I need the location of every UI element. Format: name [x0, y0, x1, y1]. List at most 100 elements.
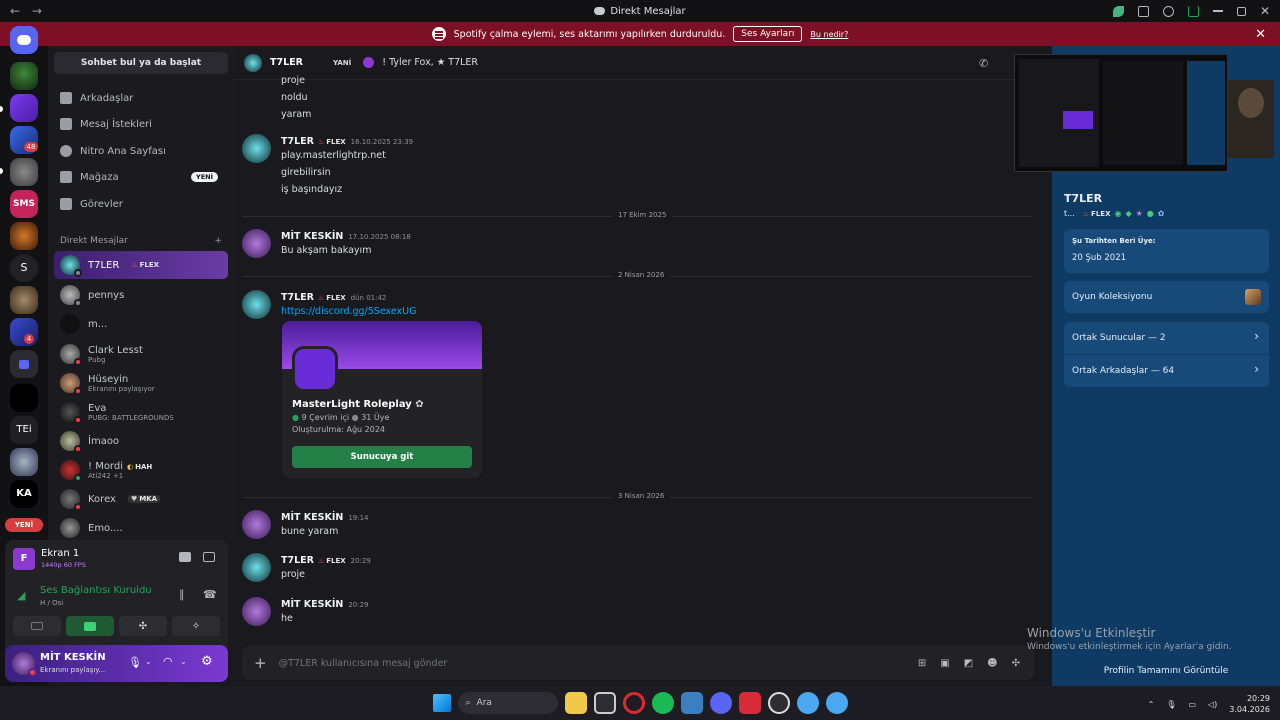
dm-item-eva[interactable]: Eva PUBG: BATTLEGROUNDS [54, 398, 228, 426]
new-servers-pill[interactable]: YENİ [5, 518, 43, 532]
spotify-taskbar-icon[interactable] [651, 692, 674, 714]
badge-icon[interactable]: ◉ [1114, 209, 1121, 218]
dm-item-emo[interactable]: Emo.... [54, 514, 228, 542]
server-tei[interactable]: TEi [10, 416, 38, 444]
server-black[interactable] [10, 384, 38, 412]
gift-icon[interactable]: ⊞ [918, 658, 926, 669]
server-grey[interactable] [10, 158, 38, 186]
what-is-this-link[interactable]: Bu nedir? [810, 30, 848, 39]
server-palm[interactable] [10, 62, 38, 90]
message-author[interactable]: T7LER [281, 136, 314, 147]
dm-item-mordi[interactable]: ! Mordi ◐ HAH Ati242 +1 [54, 456, 228, 484]
dm-item-huseyin[interactable]: Hüseyin Ekranını paylaşıyor [54, 369, 228, 397]
file-explorer-icon[interactable] [564, 692, 587, 714]
server-sms[interactable]: SMS [10, 190, 38, 218]
maximize-icon[interactable] [1236, 6, 1246, 16]
network-icon[interactable]: ▭ [1188, 700, 1196, 709]
join-server-button[interactable]: Sunucuya git [292, 446, 472, 468]
server-ka[interactable]: KA [10, 480, 38, 508]
emoji-icon[interactable]: ☻ [987, 658, 997, 669]
nav-message-requests[interactable]: Mesaj İstekleri [54, 112, 228, 136]
badge-icon[interactable]: ● [1147, 209, 1154, 218]
dm-item-clark[interactable]: Clark Lesst Pubg [54, 340, 228, 368]
sound-settings-button[interactable]: Ses Ayarları [733, 26, 803, 42]
profile-name[interactable]: T7LER [1064, 192, 1102, 205]
close-window-icon[interactable]: ✕ [1260, 4, 1270, 18]
dm-item-t7ler[interactable]: T7LER ♨ FLEX [54, 251, 228, 279]
home-dm-button[interactable] [10, 26, 38, 54]
folder-button[interactable] [10, 350, 38, 378]
start-icon[interactable] [432, 694, 451, 712]
download-icon[interactable] [1187, 5, 1199, 17]
user-avatar[interactable] [12, 652, 37, 677]
dm-item-imaoo[interactable]: İmaoo [54, 427, 228, 455]
message-avatar[interactable] [242, 134, 271, 163]
snipping-icon[interactable] [593, 692, 616, 714]
taskbar-search[interactable]: ⌕ Ara [457, 692, 558, 714]
server-photo[interactable] [10, 286, 38, 314]
app-red-icon[interactable] [738, 692, 761, 714]
activities-button[interactable]: ✣ [119, 616, 167, 636]
discord-taskbar-icon[interactable] [709, 692, 732, 714]
screen-share-button[interactable] [66, 616, 114, 636]
gif-icon[interactable]: ▣ [940, 658, 949, 669]
username[interactable]: MİT KESKİN [40, 652, 106, 663]
find-conversation-search[interactable]: Sohbet bul ya da başlat [54, 52, 228, 74]
soundboard-button[interactable]: ✧ [172, 616, 220, 636]
sticker-icon[interactable]: ◩ [964, 658, 973, 669]
screen-share-preview[interactable] [1014, 54, 1228, 172]
add-attachment-icon[interactable]: + [254, 654, 267, 672]
message-author[interactable]: MİT KESKİN [281, 231, 343, 242]
message-input[interactable]: @T7LER kullanıcısına mesaj gönder [279, 658, 448, 669]
opera-icon[interactable] [622, 692, 645, 714]
message-avatar[interactable] [242, 597, 271, 626]
banner-close-icon[interactable]: ✕ [1255, 27, 1266, 42]
dm-item-m[interactable]: m... [54, 310, 228, 338]
view-full-profile-link[interactable]: Profilin Tamamını Görüntüle [1052, 666, 1280, 676]
server-s[interactable]: S [10, 254, 38, 282]
nav-nitro[interactable]: Nitro Ana Sayfası [54, 139, 228, 163]
message-avatar[interactable] [242, 553, 271, 582]
browser-icon[interactable] [796, 692, 819, 714]
headphones-icon[interactable]: ◠ [163, 655, 173, 668]
server-fox[interactable] [10, 222, 38, 250]
chevron-down-icon[interactable]: ⌄ [180, 657, 187, 666]
badge-icon[interactable]: ★ [1136, 209, 1143, 218]
noise-suppression-icon[interactable]: ∥ [179, 588, 185, 601]
webcam-preview[interactable] [1228, 80, 1274, 158]
voice-channel-label[interactable]: H / Osi [40, 599, 63, 607]
chevron-down-icon[interactable]: ⌄ [145, 657, 152, 666]
nav-friends[interactable]: Arkadaşlar [54, 86, 228, 110]
message-avatar[interactable] [242, 510, 271, 539]
stream-settings-icon[interactable] [203, 552, 215, 562]
mic-tray-icon[interactable]: 🎙 [1166, 700, 1176, 709]
camera-button[interactable] [13, 616, 61, 636]
server-avatar[interactable] [10, 448, 38, 476]
message-author[interactable]: T7LER [281, 555, 314, 566]
message-avatar[interactable] [242, 290, 271, 319]
game-collection-box[interactable]: Oyun Koleksiyonu [1064, 281, 1269, 313]
voice-call-icon[interactable]: ✆ [979, 57, 988, 70]
dm-item-pennys[interactable]: pennys [54, 281, 228, 309]
microphone-icon[interactable]: 🎙 [128, 656, 142, 669]
nav-shop[interactable]: Mağaza YENİ [54, 165, 228, 189]
volume-icon[interactable]: ◁) [1208, 700, 1217, 709]
server-masterlight[interactable] [10, 94, 38, 122]
message-author[interactable]: MİT KESKİN [281, 599, 343, 610]
create-dm-icon[interactable]: + [214, 236, 222, 246]
stop-stream-icon[interactable] [179, 552, 191, 562]
dm-item-korex[interactable]: Korex ♥ MKA [54, 485, 228, 513]
tray-chevron-icon[interactable]: ⌃ [1148, 700, 1155, 709]
mutual-servers-row[interactable]: Ortak Sunucular — 2 › [1064, 322, 1269, 354]
help-icon[interactable] [1162, 5, 1174, 17]
apps-icon[interactable]: ✣ [1012, 658, 1020, 669]
voice-connected-label[interactable]: Ses Bağlantısı Kuruldu [40, 585, 152, 596]
message-author[interactable]: MİT KESKİN [281, 512, 343, 523]
app-icon[interactable] [680, 692, 703, 714]
steam-icon[interactable] [767, 692, 790, 714]
browser-icon[interactable] [825, 692, 848, 714]
badge-icon[interactable]: ◆ [1125, 209, 1131, 218]
badge-icon[interactable]: ✿ [1158, 209, 1165, 218]
disconnect-icon[interactable]: ☎ [203, 588, 217, 601]
message-author[interactable]: T7LER [281, 292, 314, 303]
